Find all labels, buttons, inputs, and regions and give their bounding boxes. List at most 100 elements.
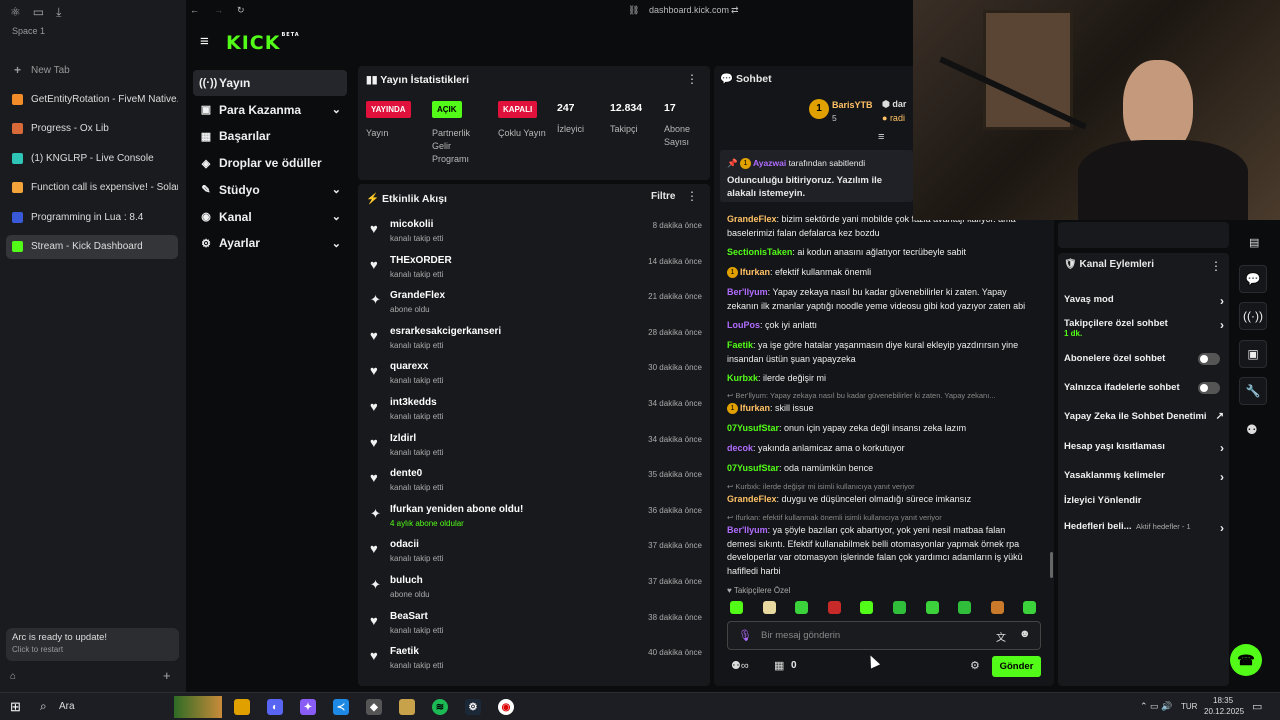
channel-action-row[interactable]: Hesap yaşı kısıtlaması › xyxy=(1064,441,1224,455)
actions-menu-icon[interactable]: ⋮ xyxy=(1210,259,1222,273)
chat-username[interactable]: Ifurkan xyxy=(740,267,770,277)
chevron-right-icon[interactable]: › xyxy=(1220,318,1224,332)
chat-username[interactable]: LouPos xyxy=(727,320,760,330)
search-icon[interactable]: ⌕ xyxy=(40,699,47,714)
chevron-right-icon[interactable]: › xyxy=(1220,294,1224,308)
menu-icon[interactable]: ≡ xyxy=(200,33,209,50)
chat-input[interactable]: 🎙 Bir mesaj gönderin 文 ☻ xyxy=(727,621,1041,650)
chat-settings-icon[interactable]: ⚙ xyxy=(970,659,980,672)
start-icon[interactable]: ⊞ xyxy=(10,699,21,715)
emote-icon[interactable] xyxy=(827,601,841,614)
mic-icon[interactable]: 🎙 xyxy=(738,629,752,642)
chat-username[interactable]: Faetik xyxy=(727,340,753,350)
page-icon[interactable]: ▤ xyxy=(1249,236,1259,249)
chat-username[interactable]: SectionisTaken xyxy=(727,247,792,257)
list-item[interactable]: ✦ buluch abone oldu 37 dakika önce xyxy=(366,573,702,608)
discord-icon[interactable]: ◐ xyxy=(267,699,283,715)
channel-action-row[interactable]: Yavaş mod › xyxy=(1064,294,1224,308)
steam-icon[interactable]: ⚙ xyxy=(465,699,481,715)
points-icon[interactable]: ⚉∞ xyxy=(731,659,749,672)
emote-icon[interactable] xyxy=(990,601,1004,614)
vscode-icon[interactable]: ≺ xyxy=(333,699,349,715)
language-indicator[interactable]: TUR xyxy=(1181,702,1197,711)
taskbar-search[interactable]: Ara xyxy=(59,701,75,712)
channel-action-row[interactable]: Hedefleri beli... Aktif hedefler - 1 › xyxy=(1064,521,1224,535)
nav-item[interactable]: ((·)) Yayın xyxy=(193,70,347,96)
arc-tab[interactable]: Function call is expensive! - Solar... xyxy=(6,176,178,200)
back-icon[interactable]: ← xyxy=(190,5,199,15)
chat-username[interactable]: Kurbxk xyxy=(727,373,758,383)
arc-taskbar-icon[interactable]: ✦ xyxy=(300,699,316,715)
external-link-icon[interactable]: ↗ xyxy=(1216,411,1224,422)
clock-date[interactable]: 20.12.2025 xyxy=(1204,707,1244,716)
send-button[interactable]: Gönder xyxy=(992,656,1041,677)
arc-tab[interactable]: (1) KNGLRP - Live Console xyxy=(6,146,178,170)
chevron-down-icon[interactable]: ⌄ xyxy=(332,103,341,116)
chat-scrollbar[interactable] xyxy=(1050,552,1053,578)
emote-icon[interactable] xyxy=(925,601,939,614)
reload-icon[interactable]: ↻ xyxy=(237,5,245,16)
translate-icon[interactable]: 文 xyxy=(996,629,1006,644)
list-item[interactable]: ✦ GrandeFlex abone oldu 21 dakika önce xyxy=(366,288,702,323)
nav-item[interactable]: ✎ Stüdyo ⌄ xyxy=(193,177,347,203)
channel-action-row[interactable]: Yapay Zeka ile Sohbet Denetimi ↗ xyxy=(1064,411,1224,425)
nav-item[interactable]: ◈ Droplar ve ödüller xyxy=(193,150,347,176)
emoji-icon[interactable]: ☻ xyxy=(1019,628,1031,640)
channel-action-row[interactable]: Abonelere özel sohbet xyxy=(1064,353,1224,367)
chat-username[interactable]: 07YusufStar xyxy=(727,463,779,473)
emote-icon[interactable] xyxy=(1023,601,1037,614)
obs-icon[interactable]: ◉ xyxy=(498,699,514,715)
chevron-down-icon[interactable]: ⌄ xyxy=(332,237,341,250)
new-tab-button[interactable]: + New Tab xyxy=(6,58,178,82)
notification-icon[interactable]: ▭ xyxy=(1252,700,1262,713)
app-icon[interactable]: ◆ xyxy=(366,699,382,715)
top-gifter-2[interactable]: ⬢ dar xyxy=(882,99,906,110)
arc-tab[interactable]: Progress - Ox Lib xyxy=(6,117,178,141)
chat-username[interactable]: Ifurkan xyxy=(740,403,770,413)
sidebar-toggle-icon[interactable]: ▭ xyxy=(33,5,44,20)
list-item[interactable]: ♥ THExORDER kanalı takip etti 14 dakika önc… xyxy=(366,253,702,288)
chevron-right-icon[interactable]: › xyxy=(1220,470,1224,484)
tray-icons[interactable]: ⌃ ▭ 🔊 xyxy=(1140,701,1172,712)
emote-icon[interactable] xyxy=(795,601,809,614)
arc-icon[interactable]: ⚛ xyxy=(10,5,21,20)
url-field[interactable]: dashboard.kick.com xyxy=(649,5,729,15)
top-gifter-3[interactable]: ● radi xyxy=(882,113,905,123)
chat-username[interactable]: Ber'llyum xyxy=(727,287,768,297)
top-gifter-name[interactable]: BarisYTB xyxy=(832,100,873,110)
add-icon[interactable]: + xyxy=(163,668,171,683)
emote-icon[interactable] xyxy=(860,601,874,614)
channel-action-row[interactable]: Yasaklanmış kelimeler › xyxy=(1064,470,1224,484)
emote-icon[interactable] xyxy=(762,601,776,614)
broadcast-button[interactable]: ((·)) xyxy=(1239,302,1267,330)
settings-icon[interactable]: ⇄ xyxy=(731,5,739,16)
activity-menu-icon[interactable]: ⋮ xyxy=(686,189,698,203)
clock-time[interactable]: 18:35 xyxy=(1213,696,1233,705)
store-icon[interactable]: ▦ xyxy=(774,659,784,672)
nav-item[interactable]: ▦ Başarılar xyxy=(193,123,347,149)
chat-view-button[interactable]: 💬 xyxy=(1239,265,1267,293)
toggle-switch[interactable] xyxy=(1198,353,1220,365)
list-item[interactable]: ♥ odacii kanalı takip etti 37 dakika önce xyxy=(366,537,702,572)
list-item[interactable]: ♥ BeaSart kanalı takip etti 38 dakika önce xyxy=(366,609,702,644)
spotify-icon[interactable]: ≋ xyxy=(432,699,448,715)
arc-tab[interactable]: Programming in Lua : 8.4 xyxy=(6,205,178,229)
archive-icon[interactable]: ⌂ xyxy=(10,671,16,682)
filter-button[interactable]: Filtre xyxy=(651,191,675,202)
apps-icon[interactable]: ⚉ xyxy=(1246,422,1258,438)
tools-button[interactable]: 🔧 xyxy=(1239,377,1267,405)
explorer-icon[interactable] xyxy=(234,699,250,715)
chevron-down-icon[interactable]: ⌄ xyxy=(332,183,341,196)
list-item[interactable]: ♥ micokolii kanalı takip etti 8 dakika önce xyxy=(366,217,702,252)
chat-username[interactable]: GrandeFlex xyxy=(727,494,777,504)
list-item[interactable]: ♥ Faetik kanalı takip etti 40 dakika önce xyxy=(366,644,702,679)
emote-icon[interactable] xyxy=(730,601,743,614)
kick-logo[interactable]: KICKBETA xyxy=(226,32,300,54)
list-item[interactable]: ♥ Izldirl kanalı takip etti 34 dakika önce xyxy=(366,431,702,466)
list-item[interactable]: ♥ dente0 kanalı takip etti 35 dakika önce xyxy=(366,466,702,501)
stats-menu-icon[interactable]: ⋮ xyxy=(686,72,698,86)
toggle-switch[interactable] xyxy=(1198,382,1220,394)
arc-tab[interactable]: GetEntityRotation - FiveM Native... xyxy=(6,87,178,111)
download-icon[interactable]: ⤓ xyxy=(56,5,61,20)
channel-action-row[interactable]: Yalnızca ifadelerle sohbet xyxy=(1064,382,1224,396)
